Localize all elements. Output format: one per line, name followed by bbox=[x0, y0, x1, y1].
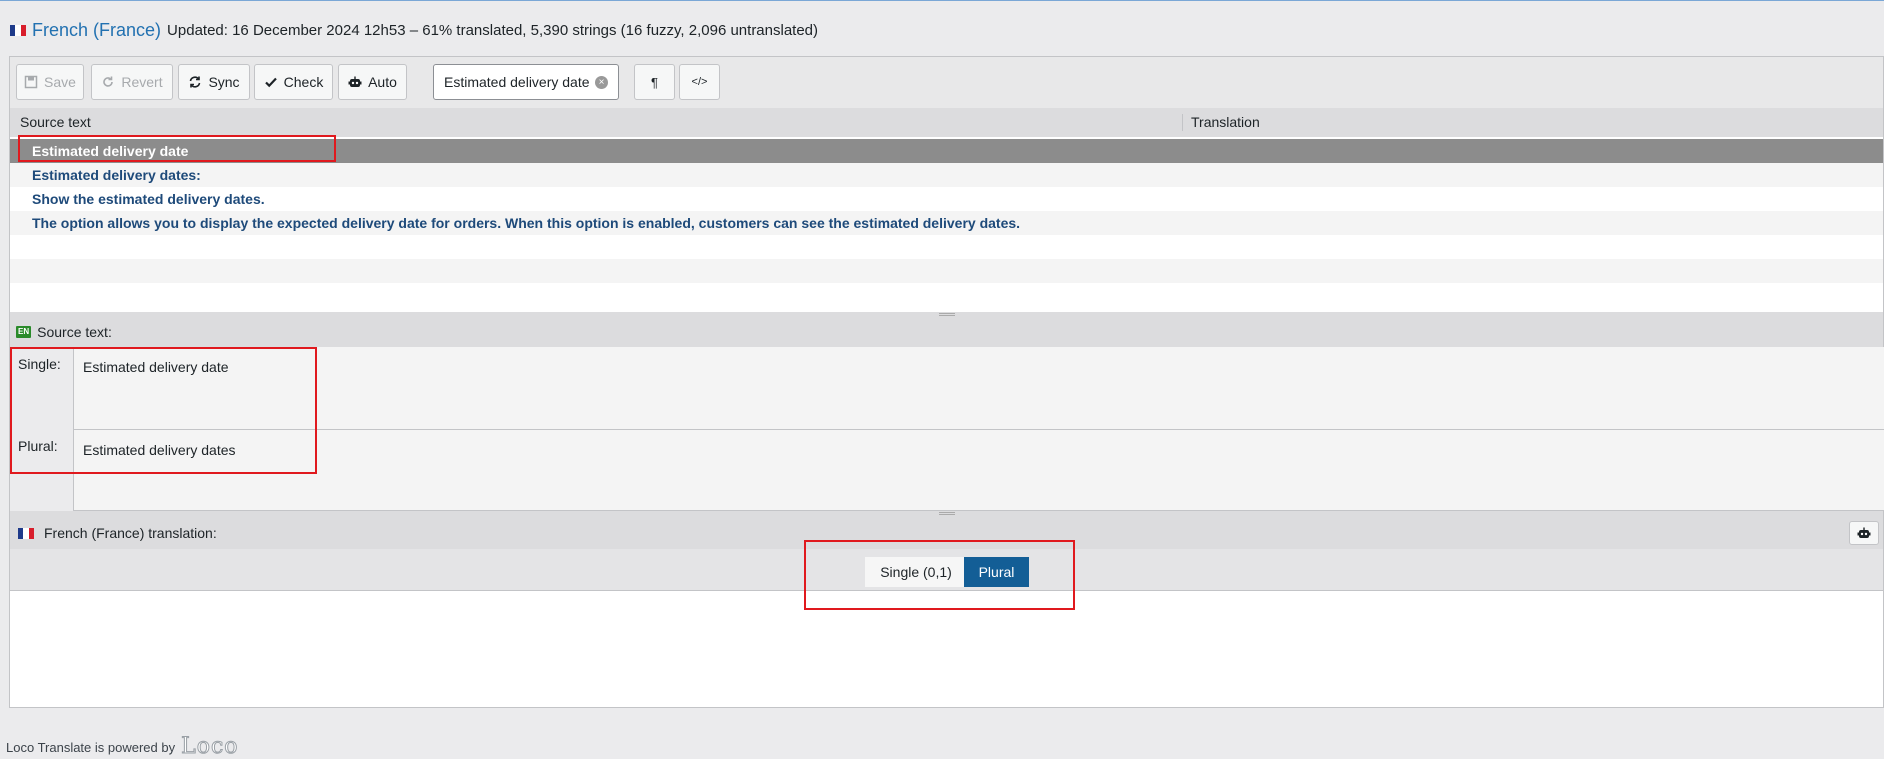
source-plural-value: Estimated delivery dates bbox=[73, 430, 1884, 511]
france-flag-icon bbox=[10, 24, 26, 36]
highlight-box-source-forms bbox=[10, 347, 317, 474]
robot-icon bbox=[1857, 527, 1871, 538]
auto-translate-button[interactable]: Auto bbox=[338, 64, 407, 100]
empty-row bbox=[10, 259, 1883, 283]
translation-heading: French (France) translation: bbox=[44, 525, 217, 541]
list-item-source: Show the estimated delivery dates. bbox=[32, 191, 265, 207]
top-border bbox=[0, 0, 1884, 3]
language-link[interactable]: French (France) bbox=[32, 20, 161, 41]
highlight-box-plural-tabs bbox=[804, 540, 1075, 610]
list-item-source: The option allows you to display the exp… bbox=[32, 215, 1021, 231]
highlight-box-selected-row bbox=[18, 135, 336, 162]
list-item[interactable]: Show the estimated delivery dates. bbox=[10, 187, 1883, 211]
pilcrow-icon: ¶ bbox=[651, 74, 658, 90]
english-badge: EN bbox=[16, 326, 32, 338]
footer-text: Loco Translate is powered by bbox=[6, 739, 176, 755]
check-icon bbox=[264, 77, 277, 88]
save-icon bbox=[24, 75, 38, 89]
source-single-value: Estimated delivery date bbox=[73, 347, 1884, 430]
column-header-translation[interactable]: Translation bbox=[1191, 114, 1260, 130]
robot-icon bbox=[348, 76, 362, 87]
strings-list: Estimated delivery date Estimated delive… bbox=[9, 137, 1884, 312]
column-header-source[interactable]: Source text bbox=[20, 114, 91, 130]
editor-toolbar: Save Revert Sync Check Auto Estimated de… bbox=[9, 56, 1884, 108]
list-header: Source text Translation bbox=[9, 108, 1884, 137]
auto-label: Auto bbox=[368, 74, 397, 90]
revert-button[interactable]: Revert bbox=[91, 64, 173, 100]
empty-row bbox=[10, 235, 1883, 259]
auto-translate-string-button[interactable] bbox=[1849, 521, 1879, 545]
revert-icon bbox=[103, 76, 114, 87]
save-label: Save bbox=[44, 74, 76, 90]
check-label: Check bbox=[283, 74, 324, 90]
list-item[interactable]: Estimated delivery dates: bbox=[10, 163, 1883, 187]
column-divider[interactable] bbox=[1182, 114, 1183, 131]
search-value: Estimated delivery date bbox=[444, 74, 590, 90]
empty-row bbox=[10, 283, 1883, 307]
search-input[interactable]: Estimated delivery date × bbox=[433, 64, 619, 100]
file-header: French (France) Updated: 16 December 202… bbox=[10, 18, 818, 42]
footer: Loco Translate is powered by Loco bbox=[6, 735, 239, 758]
list-item-source: Estimated delivery dates: bbox=[32, 167, 201, 183]
file-stats: Updated: 16 December 2024 12h53 – 61% tr… bbox=[167, 21, 819, 39]
toggle-code-button[interactable]: </> bbox=[679, 64, 720, 100]
list-item[interactable]: The option allows you to display the exp… bbox=[10, 211, 1883, 235]
sync-icon bbox=[190, 76, 201, 88]
loco-logo[interactable]: Loco bbox=[181, 735, 238, 758]
sync-button[interactable]: Sync bbox=[178, 64, 250, 100]
check-button[interactable]: Check bbox=[254, 64, 333, 100]
revert-label: Revert bbox=[121, 74, 163, 90]
source-text-header: EN Source text: bbox=[9, 317, 1884, 347]
sync-label: Sync bbox=[208, 74, 240, 90]
clear-search-icon[interactable]: × bbox=[595, 76, 608, 89]
toggle-invisibles-button[interactable]: ¶ bbox=[634, 64, 675, 100]
source-text-heading: Source text: bbox=[37, 324, 112, 340]
save-button[interactable]: Save bbox=[16, 64, 84, 100]
code-icon: </> bbox=[691, 76, 708, 88]
grip-icon bbox=[938, 313, 955, 316]
france-flag-icon bbox=[18, 527, 34, 539]
grip-icon bbox=[938, 512, 955, 515]
